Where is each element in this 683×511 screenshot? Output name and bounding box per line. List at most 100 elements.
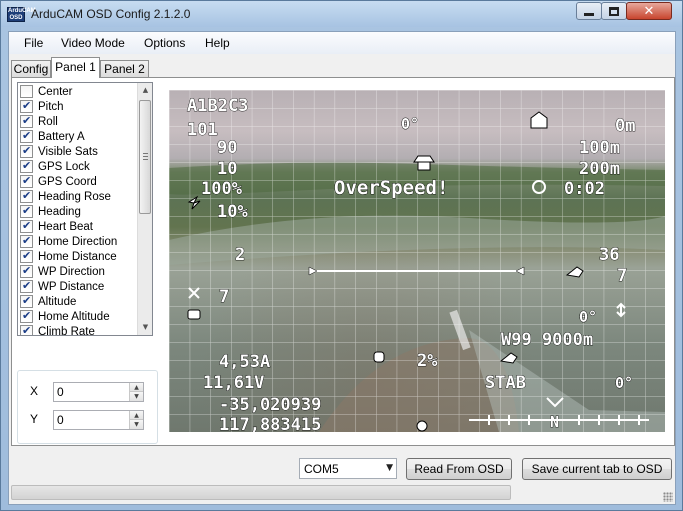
osd-flight-mode: STAB [485, 373, 526, 393]
checkbox[interactable] [20, 174, 33, 188]
x-up-arrow-icon[interactable]: ▲ [130, 383, 143, 392]
osd-visible-sats: 7 [219, 287, 229, 307]
osd-current: 4,53A [219, 352, 270, 372]
minimize-icon [584, 12, 594, 16]
checklist-item-label: GPS Lock [38, 160, 90, 173]
osd-altitude-2: 200m [579, 159, 620, 179]
menu-options[interactable]: Options [144, 36, 185, 50]
tab-config[interactable]: Config [11, 60, 51, 77]
x-input[interactable]: 0 ▲ ▼ [53, 382, 144, 402]
menu-file[interactable]: File [24, 36, 43, 50]
minimize-button[interactable] [576, 2, 602, 20]
checkbox[interactable] [20, 129, 33, 143]
y-spinner: ▲ ▼ [129, 411, 143, 429]
checklist-item-label: Home Altitude [38, 310, 110, 323]
osd-groundspeed: 90 [217, 138, 237, 158]
checklist-item-label: Heading Rose [38, 190, 111, 203]
checklist-item[interactable]: Home Altitude [20, 309, 138, 324]
checklist-item-label: Center [38, 85, 73, 98]
checkbox[interactable] [20, 249, 33, 263]
checkbox[interactable] [20, 309, 33, 323]
panel-1-page: ▲ ▼ Center Pitch Roll Battery A Visible Sats… [11, 77, 675, 446]
y-input[interactable]: 0 ▲ ▼ [53, 410, 144, 430]
title-bar[interactable]: ArduCAM OSD ArduCAM OSD Config 2.1.2.0 ✕ [1, 1, 682, 27]
checklist-item-label: WP Direction [38, 265, 105, 278]
checklist-item[interactable]: Roll [20, 114, 138, 129]
save-tab-to-osd-button[interactable]: Save current tab to OSD [522, 458, 672, 480]
chevron-down-icon[interactable]: ▼ [386, 463, 393, 473]
osd-wind-speed-2: 7 [617, 266, 627, 286]
x-down-arrow-icon[interactable]: ▼ [130, 392, 143, 401]
checklist-item[interactable]: Heading Rose [20, 189, 138, 204]
checkbox[interactable] [20, 324, 33, 335]
checklist-item-label: Roll [38, 115, 58, 128]
scroll-thumb[interactable] [139, 100, 151, 214]
checklist-item[interactable]: Heart Beat [20, 219, 138, 234]
checklist-item[interactable]: Climb Rate [20, 324, 138, 335]
maximize-button[interactable] [601, 2, 627, 20]
checklist-item[interactable]: Center [20, 84, 138, 99]
tab-panel-2[interactable]: Panel 2 [100, 60, 149, 77]
menu-help[interactable]: Help [205, 36, 230, 50]
checklist-item[interactable]: WP Direction [20, 264, 138, 279]
checklist-item[interactable]: Home Distance [20, 249, 138, 264]
checklist-item[interactable]: GPS Lock [20, 159, 138, 174]
checklist-scrollbar[interactable]: ▲ ▼ [137, 83, 152, 335]
checklist-item-label: Visible Sats [38, 145, 98, 158]
osd-warning: OverSpeed! [334, 177, 448, 199]
y-up-arrow-icon[interactable]: ▲ [130, 411, 143, 420]
menu-video-mode[interactable]: Video Mode [61, 36, 125, 50]
checkbox[interactable] [20, 159, 33, 173]
osd-preview[interactable]: A1B2C3 101 90 10 100% 10% 2 7 4,53A 11,6… [169, 90, 665, 432]
checkbox[interactable] [20, 99, 33, 113]
checklist-item[interactable]: Battery A [20, 129, 138, 144]
osd-longitude: 117,883415 [219, 415, 321, 432]
tab-config-label: Config [13, 62, 49, 76]
osd-climb-rate: 2 [235, 245, 245, 265]
close-button[interactable]: ✕ [626, 2, 672, 20]
checklist-item-label: Heart Beat [38, 220, 93, 233]
x-value[interactable]: 0 [57, 385, 64, 399]
checkbox[interactable] [20, 294, 33, 308]
x-spinner: ▲ ▼ [129, 383, 143, 401]
checklist-item[interactable]: Home Direction [20, 234, 138, 249]
y-value[interactable]: 0 [57, 413, 64, 427]
y-down-arrow-icon[interactable]: ▼ [130, 420, 143, 429]
checkbox[interactable] [20, 114, 33, 128]
osd-voltage: 11,61V [203, 373, 264, 393]
checkbox[interactable] [20, 189, 33, 203]
checklist-item[interactable]: Pitch [20, 99, 138, 114]
checklist-item[interactable]: Visible Sats [20, 144, 138, 159]
checklist-item[interactable]: Altitude [20, 294, 138, 309]
osd-roll: 0° [401, 115, 419, 133]
read-from-osd-button[interactable]: Read From OSD [406, 458, 512, 480]
checklist-item[interactable]: GPS Coord [20, 174, 138, 189]
checklist-item[interactable]: WP Distance [20, 279, 138, 294]
checkbox[interactable] [20, 85, 33, 98]
osd-compass-n: N [550, 413, 559, 431]
tab-panel-2-label: Panel 2 [104, 62, 145, 76]
scroll-up-arrow-icon[interactable]: ▲ [138, 83, 152, 98]
osd-battery-percent: 10% [217, 202, 248, 222]
app-window: ArduCAM OSD ArduCAM OSD Config 2.1.2.0 ✕… [0, 0, 683, 511]
checklist-item[interactable]: Heading [20, 204, 138, 219]
tab-panel-1[interactable]: Panel 1 [51, 57, 100, 78]
com-port-select[interactable]: COM5 ▼ [299, 458, 397, 479]
checkbox[interactable] [20, 204, 33, 218]
position-group: X 0 ▲ ▼ Y 0 ▲ ▼ [17, 370, 158, 444]
checkbox[interactable] [20, 219, 33, 233]
checkbox[interactable] [20, 264, 33, 278]
osd-overlay: A1B2C3 101 90 10 100% 10% 2 7 4,53A 11,6… [169, 90, 665, 432]
osd-latitude: -35,020939 [219, 395, 321, 415]
osd-pitch: 0° [579, 308, 597, 326]
checkbox[interactable] [20, 144, 33, 158]
scroll-down-arrow-icon[interactable]: ▼ [138, 320, 152, 335]
resize-grip-icon[interactable] [663, 492, 673, 502]
checkbox[interactable] [20, 279, 33, 293]
checkbox[interactable] [20, 234, 33, 248]
menu-bar: File Video Mode Options Help [9, 32, 675, 54]
osd-rssi: 2% [417, 351, 438, 371]
osd-heading: 0° [615, 374, 633, 392]
com-port-value: COM5 [304, 462, 339, 476]
progress-bar [11, 485, 511, 500]
